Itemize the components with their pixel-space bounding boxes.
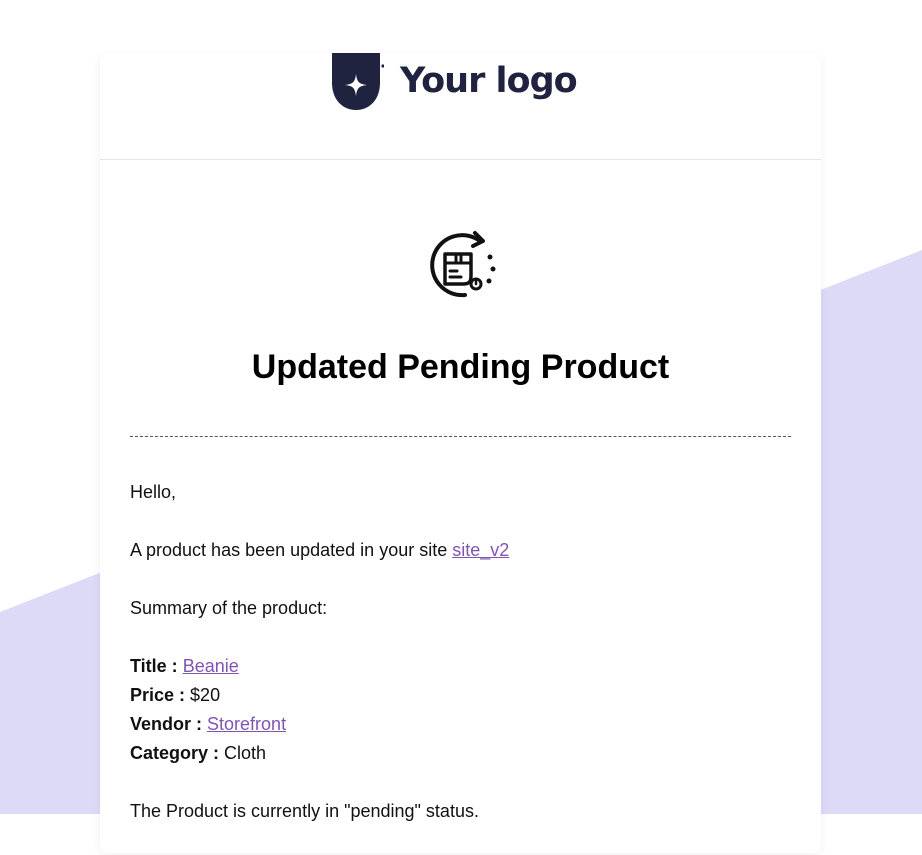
email-card: Your logo Updated Pending Product Hello,… [100, 53, 821, 853]
shield-star-icon [332, 53, 384, 110]
summary-heading: Summary of the product: [130, 598, 328, 618]
status-text: The Product is currently in "pending" st… [130, 801, 479, 821]
category-value: Cloth [224, 743, 267, 763]
logo-text: Your logo [400, 61, 578, 101]
email-body: Hello, A product has been updated in you… [130, 478, 791, 855]
site-link[interactable]: site_v2 [452, 540, 509, 560]
price-value: $20 [190, 685, 221, 705]
title-row: Title : Beanie [130, 652, 791, 681]
product-title-link[interactable]: Beanie [183, 656, 239, 676]
category-label: Category : [130, 743, 220, 763]
email-header: Your logo [100, 53, 821, 160]
title-label: Title : [130, 656, 178, 676]
product-summary: Title : Beanie Price : $20 Vendor : Stor… [130, 652, 791, 768]
section-divider [130, 436, 791, 437]
category-row: Category : Cloth [130, 739, 791, 768]
intro-text: A product has been updated in your site [130, 540, 453, 560]
price-label: Price : [130, 685, 186, 705]
email-title: Updated Pending Product [251, 348, 670, 386]
intro-paragraph: A product has been updated in your site … [130, 536, 791, 565]
greeting: Hello, [130, 482, 177, 502]
package-refresh-icon [430, 231, 496, 298]
logo[interactable]: Your logo [332, 53, 578, 113]
vendor-label: Vendor : [130, 714, 203, 734]
vendor-row: Vendor : Storefront [130, 710, 791, 739]
vendor-link[interactable]: Storefront [207, 714, 286, 734]
price-row: Price : $20 [130, 681, 791, 710]
